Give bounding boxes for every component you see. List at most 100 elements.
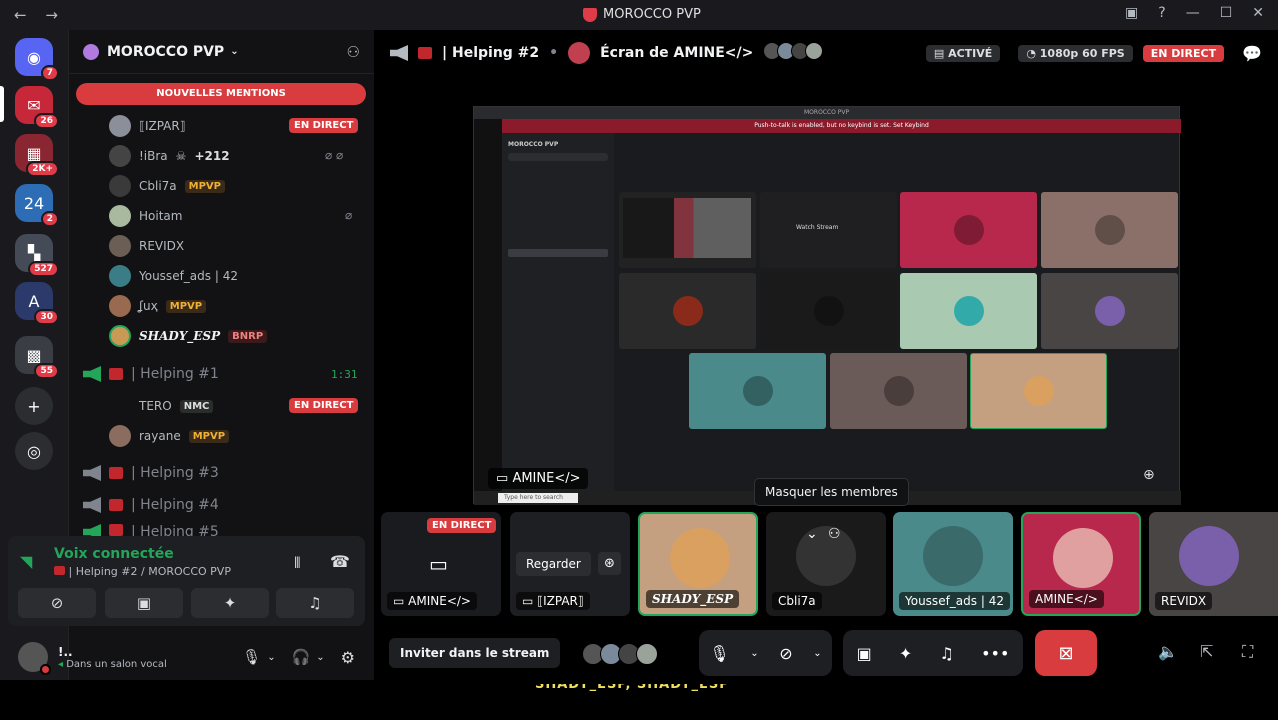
- server-item[interactable]: 24 2: [15, 184, 59, 227]
- voice-member[interactable]: Hoitam: [109, 204, 182, 228]
- live-badge: EN DIRECT: [427, 518, 497, 533]
- chevron-down-icon[interactable]: ⌄: [750, 648, 758, 659]
- new-mentions-banner[interactable]: NOUVELLES MENTIONS: [76, 83, 366, 105]
- plus-icon: +: [27, 396, 41, 416]
- voice-member[interactable]: !iBra ☠ +212: [109, 144, 230, 168]
- voice-channel-helping-3[interactable]: | Helping #3: [83, 461, 219, 485]
- participant-tile[interactable]: AMINE</>: [1021, 512, 1141, 616]
- participant-tile[interactable]: SHADY_ESP: [638, 512, 758, 616]
- chevron-down-icon[interactable]: ⌄: [316, 652, 324, 663]
- chevron-down-icon[interactable]: ⌄: [267, 652, 275, 663]
- watch-stream-button[interactable]: Regarder: [516, 552, 591, 576]
- live-badge: EN DIRECT: [289, 118, 359, 133]
- server-header[interactable]: MOROCCO PVP ⌄ ⚇: [69, 30, 374, 74]
- stream-sidebar: MOROCCO PVP: [502, 133, 614, 505]
- signal-icon[interactable]: ◥: [20, 552, 32, 571]
- voice-channel-path[interactable]: | Helping #2 / MOROCCO PVP: [54, 565, 231, 578]
- avatar: [109, 235, 131, 257]
- microphone-icon[interactable]: 🎙: [242, 648, 261, 666]
- chevron-down-icon[interactable]: ⌄: [806, 526, 818, 542]
- inbox-icon[interactable]: ▣: [1125, 5, 1138, 21]
- voice-member[interactable]: ⟦IZPAR⟧: [109, 114, 186, 138]
- voice-channel-helping-1[interactable]: | Helping #1: [83, 362, 219, 386]
- stream-quality[interactable]: ◔ 1080p 60 FPS: [1018, 44, 1133, 62]
- soundboard-icon: ♫: [308, 594, 322, 612]
- morocco-flag-icon: [109, 524, 123, 536]
- voice-channel-helping-5[interactable]: | Helping #5: [83, 524, 219, 536]
- screen-share-video[interactable]: MOROCCO PVP Push-to-talk is enabled, but…: [473, 106, 1181, 505]
- voice-member[interactable]: rayane MPVP: [109, 424, 230, 448]
- explore-button[interactable]: ◎: [15, 432, 53, 470]
- activities-button[interactable]: ✦: [191, 588, 269, 618]
- minimize-button[interactable]: —: [1186, 5, 1200, 21]
- avatar: [109, 145, 131, 167]
- camera-off-icon[interactable]: ⊘: [779, 644, 792, 663]
- channel-name[interactable]: | Helping #2: [442, 45, 539, 61]
- avatar: [109, 425, 131, 447]
- popout-icon[interactable]: ⇱: [1200, 642, 1213, 661]
- noise-suppression-icon[interactable]: ⦀: [294, 554, 301, 572]
- watch-settings-icon[interactable]: ⊛: [598, 552, 621, 575]
- stop-stream-button[interactable]: ⊠: [1035, 630, 1097, 676]
- camera-toggle-button[interactable]: ⊘: [18, 588, 96, 618]
- streamer-avatar: [568, 42, 591, 64]
- participant-tile[interactable]: EN DIRECT ▭ ▭ AMINE</>: [381, 512, 501, 616]
- stream-view: | Helping #2 • Écran de AMINE</> ▤ ACTIV…: [374, 30, 1278, 720]
- soundboard-button[interactable]: ♫: [276, 588, 354, 618]
- server-morocco-pvp[interactable]: ✉ 26: [15, 86, 59, 129]
- user-avatar[interactable]: [18, 642, 51, 675]
- server-item[interactable]: ▦ 2K+: [15, 134, 59, 177]
- server-folder[interactable]: ▚ 527: [15, 234, 59, 277]
- voice-channel-helping-4[interactable]: | Helping #4: [83, 493, 219, 517]
- screen-share-button[interactable]: ▣: [105, 588, 183, 618]
- disconnect-icon[interactable]: ☎: [330, 552, 350, 571]
- speaker-icon: [390, 45, 408, 61]
- nav-arrows: ← →: [14, 6, 72, 24]
- participant-tile[interactable]: Regarder ⊛ ▭ ⟦IZPAR⟧: [510, 512, 630, 616]
- voice-member[interactable]: REVIDX: [109, 234, 184, 258]
- participant-tile[interactable]: ⌄ ⚇ Cbli7a: [766, 512, 886, 616]
- screen-icon: ▭: [429, 552, 448, 576]
- voice-member[interactable]: SHADY_ESP BNRP: [109, 324, 268, 348]
- members-icon[interactable]: ⚇: [828, 526, 841, 542]
- speaker-icon: [83, 497, 101, 513]
- quality-icon: ◔: [1026, 46, 1036, 60]
- back-arrow-icon[interactable]: ←: [14, 6, 27, 24]
- settings-gear-icon[interactable]: ⚙: [341, 648, 355, 667]
- help-icon[interactable]: ?: [1158, 5, 1165, 21]
- voice-member[interactable]: Youssef_ads | 42: [109, 264, 238, 288]
- invite-to-stream-button[interactable]: Inviter dans le stream: [389, 638, 561, 668]
- morocco-flag-icon: [109, 499, 123, 511]
- screen-share-icon[interactable]: ▣: [857, 644, 872, 663]
- zoom-icon[interactable]: ⊕: [1143, 467, 1155, 483]
- add-user-icon[interactable]: ⚇: [347, 43, 360, 61]
- server-folder[interactable]: A 30: [15, 282, 59, 325]
- add-server-button[interactable]: +: [15, 387, 53, 425]
- chevron-down-icon[interactable]: ⌄: [813, 648, 821, 659]
- muted-icon: ⌀ ⌀: [325, 148, 344, 162]
- chevron-down-icon: ⌄: [230, 46, 239, 57]
- participant-tile[interactable]: REVIDX: [1149, 512, 1278, 616]
- chat-icon[interactable]: 💬: [1242, 44, 1262, 63]
- direct-messages-button[interactable]: ◉ 7: [15, 38, 59, 81]
- maximize-button[interactable]: ☐: [1220, 5, 1233, 21]
- microphone-icon[interactable]: 🎙: [709, 644, 729, 663]
- fullscreen-icon[interactable]: ⛶: [1242, 642, 1253, 662]
- forward-arrow-icon[interactable]: →: [45, 6, 58, 24]
- soundboard-icon[interactable]: ♫: [940, 644, 954, 663]
- volume-icon[interactable]: 🔈: [1158, 642, 1178, 661]
- close-button[interactable]: ✕: [1252, 5, 1264, 21]
- voice-member[interactable]: ʆuҳ MPVP: [109, 294, 207, 318]
- badge: 2K+: [26, 161, 59, 177]
- more-options-icon[interactable]: •••: [981, 644, 1009, 663]
- server-folder[interactable]: ▩ 55: [15, 336, 59, 379]
- server-shield-icon: [583, 7, 597, 22]
- activities-icon[interactable]: ✦: [899, 644, 912, 663]
- voice-member[interactable]: Cbli7a MPVP: [109, 174, 226, 198]
- participant-label: SHADY_ESP: [646, 590, 740, 608]
- participant-tile[interactable]: Youssef_ads | 42: [893, 512, 1013, 616]
- headphones-icon[interactable]: 🎧: [292, 648, 311, 666]
- voice-member[interactable]: TERO NMC: [109, 394, 214, 418]
- participant-label: Youssef_ads | 42: [899, 592, 1010, 610]
- avatar: [109, 175, 131, 197]
